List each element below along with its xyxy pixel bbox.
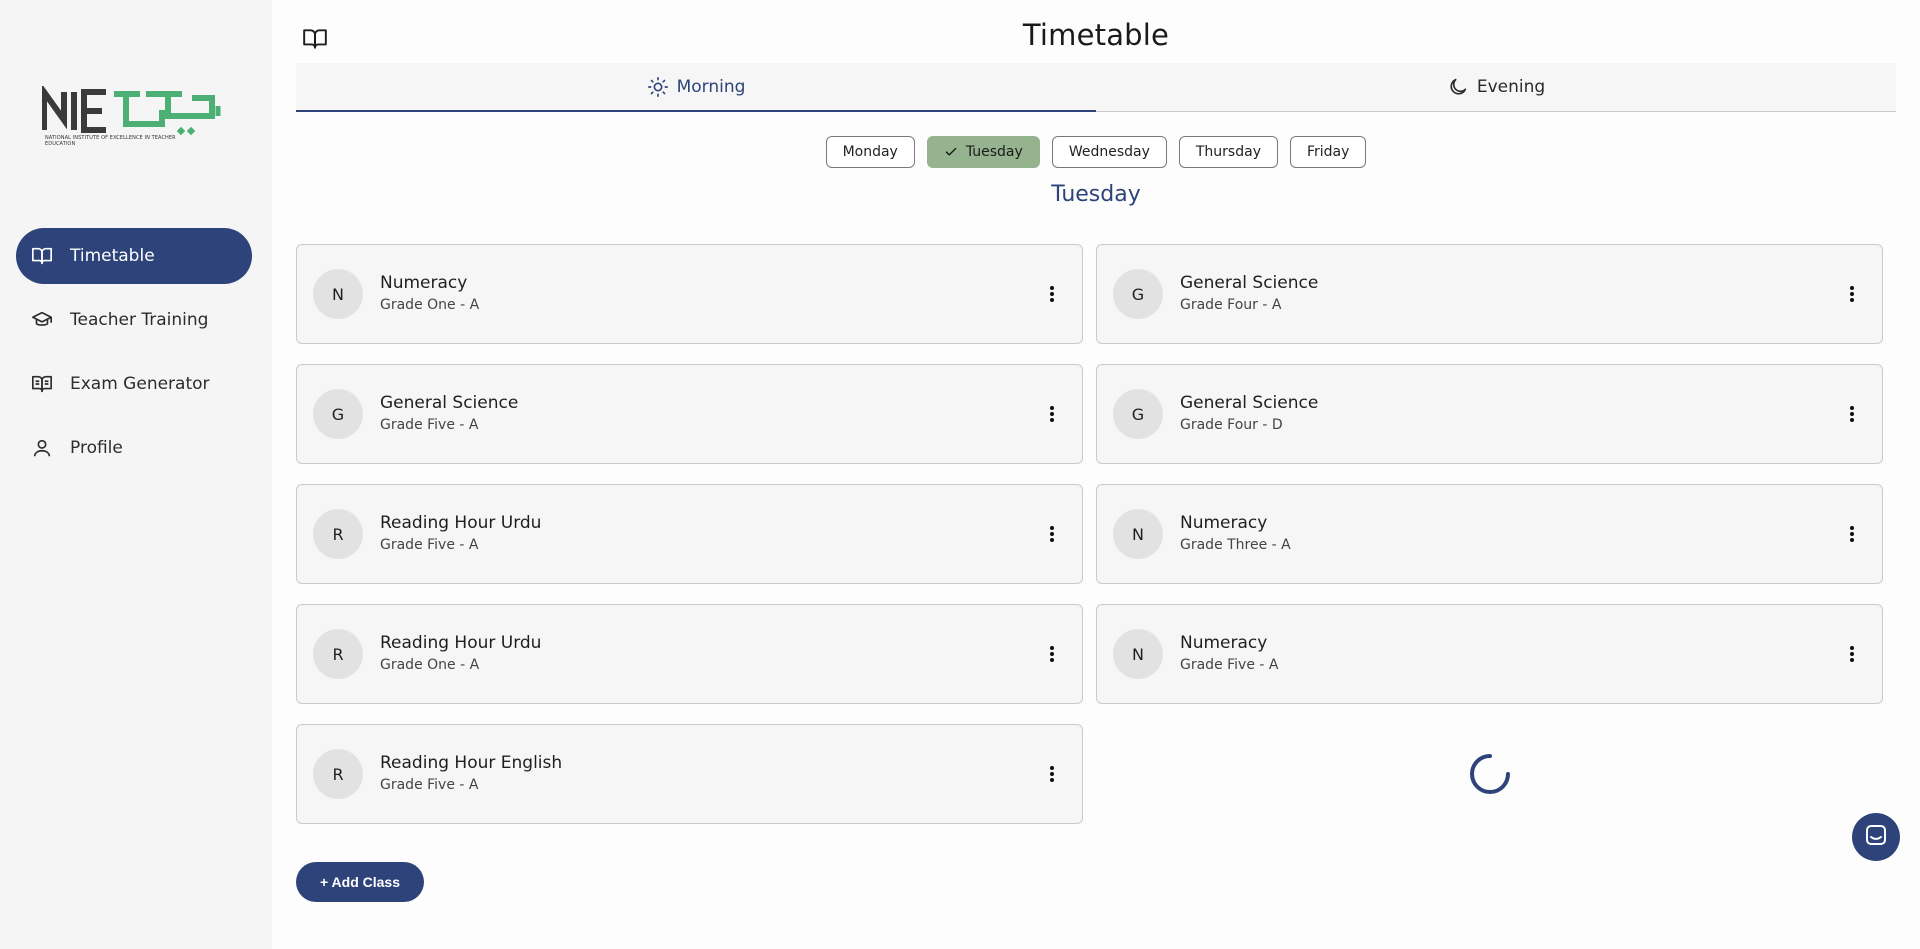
sidebar: NATIONAL INSTITUTE OF EXCELLENCE IN TEAC…: [0, 0, 272, 949]
class-card[interactable]: G General Science Grade Four - A: [1096, 244, 1883, 344]
check-icon: [944, 145, 958, 159]
tab-label: Morning: [676, 77, 746, 97]
sidebar-item-timetable[interactable]: Timetable: [16, 228, 252, 284]
spinner-icon: [1469, 754, 1510, 794]
chat-icon: [1864, 823, 1888, 851]
avatar: R: [313, 509, 363, 559]
class-subject: General Science: [1180, 273, 1319, 293]
class-card[interactable]: N Numeracy Grade Five - A: [1096, 604, 1883, 704]
more-vertical-icon[interactable]: [1040, 642, 1064, 666]
sun-icon: [647, 76, 669, 98]
class-grade: Grade One - A: [380, 297, 480, 313]
graduation-cap-icon: [30, 308, 54, 332]
tab-label: Evening: [1476, 77, 1546, 97]
class-subject: Reading Hour Urdu: [380, 633, 542, 653]
class-subject: Numeracy: [1180, 633, 1268, 653]
sidebar-item-exam-generator[interactable]: Exam Generator: [16, 356, 252, 412]
user-icon: [30, 436, 54, 460]
class-grade: Grade Four - D: [1180, 417, 1283, 433]
class-grade: Grade Four - A: [1180, 297, 1282, 313]
day-chip-friday[interactable]: Friday: [1289, 136, 1367, 168]
class-card[interactable]: R Reading Hour Urdu Grade Five - A: [296, 484, 1083, 584]
sidebar-item-label: Timetable: [70, 246, 155, 266]
sidebar-item-label: Profile: [70, 438, 123, 458]
class-grade: Grade Five - A: [380, 537, 479, 553]
day-label: Thursday: [1195, 144, 1261, 160]
more-vertical-icon[interactable]: [1040, 282, 1064, 306]
day-label: Monday: [842, 144, 898, 160]
avatar: R: [313, 629, 363, 679]
more-vertical-icon[interactable]: [1040, 522, 1064, 546]
class-card[interactable]: G General Science Grade Five - A: [296, 364, 1083, 464]
day-label: Tuesday: [965, 144, 1023, 160]
sidebar-item-label: Exam Generator: [70, 374, 210, 394]
class-grade: Grade Five - A: [1180, 657, 1279, 673]
page-title: Timetable: [1022, 18, 1170, 52]
class-subject: General Science: [1180, 393, 1319, 413]
class-subject: Numeracy: [1180, 513, 1268, 533]
more-vertical-icon[interactable]: [1040, 402, 1064, 426]
class-grade: Grade Five - A: [380, 777, 479, 793]
avatar: N: [1113, 629, 1163, 679]
day-selector: Monday Tuesday Wednesday Thursday Friday: [272, 136, 1920, 168]
sidebar-item-teacher-training[interactable]: Teacher Training: [16, 292, 252, 348]
logo-subtitle: NATIONAL INSTITUTE OF EXCELLENCE IN TEAC…: [45, 135, 176, 147]
shift-tabs: Morning Evening: [296, 63, 1896, 112]
avatar: N: [1113, 509, 1163, 559]
moon-icon: [1447, 76, 1469, 98]
avatar: G: [1113, 269, 1163, 319]
day-chip-thursday[interactable]: Thursday: [1178, 136, 1278, 168]
chat-launcher-button[interactable]: [1852, 813, 1900, 861]
day-label: Friday: [1306, 144, 1350, 160]
more-vertical-icon[interactable]: [1840, 522, 1864, 546]
class-card[interactable]: N Numeracy Grade One - A: [296, 244, 1083, 344]
more-vertical-icon[interactable]: [1040, 762, 1064, 786]
loading-spinner: [1096, 724, 1883, 824]
more-vertical-icon[interactable]: [1840, 402, 1864, 426]
day-chip-wednesday[interactable]: Wednesday: [1051, 136, 1167, 168]
class-subject: General Science: [380, 393, 519, 413]
day-chip-tuesday[interactable]: Tuesday: [926, 136, 1040, 168]
selected-day-heading: Tuesday: [1051, 182, 1141, 207]
sidebar-item-label: Teacher Training: [70, 310, 209, 330]
avatar: G: [1113, 389, 1163, 439]
book-open-icon: [30, 244, 54, 268]
more-vertical-icon[interactable]: [1840, 282, 1864, 306]
day-label: Wednesday: [1068, 144, 1150, 160]
class-subject: Reading Hour Urdu: [380, 513, 542, 533]
day-chip-monday[interactable]: Monday: [825, 136, 915, 168]
tab-evening[interactable]: Evening: [1096, 63, 1896, 111]
sidebar-nav: Timetable Teacher Training Exam Generato…: [16, 228, 252, 484]
main-content: Timetable Morning Evening Monday Tuesday…: [272, 0, 1920, 949]
add-class-button[interactable]: + Add Class: [296, 862, 425, 902]
class-subject: Reading Hour English: [380, 753, 563, 773]
class-list: N Numeracy Grade One - A G General Scien…: [296, 244, 1884, 824]
book-text-icon: [30, 372, 54, 396]
avatar: R: [313, 749, 363, 799]
sidebar-item-profile[interactable]: Profile: [16, 420, 252, 476]
class-card[interactable]: G General Science Grade Four - D: [1096, 364, 1883, 464]
class-grade: Grade Five - A: [380, 417, 479, 433]
avatar: N: [313, 269, 363, 319]
class-grade: Grade One - A: [380, 657, 480, 673]
class-subject: Numeracy: [380, 273, 468, 293]
class-card[interactable]: R Reading Hour English Grade Five - A: [296, 724, 1083, 824]
class-card[interactable]: N Numeracy Grade Three - A: [1096, 484, 1883, 584]
tab-morning[interactable]: Morning: [296, 63, 1096, 112]
class-card[interactable]: R Reading Hour Urdu Grade One - A: [296, 604, 1083, 704]
avatar: G: [313, 389, 363, 439]
class-grade: Grade Three - A: [1180, 537, 1291, 553]
logo-mark: [42, 86, 221, 136]
niete-logo[interactable]: NATIONAL INSTITUTE OF EXCELLENCE IN TEAC…: [42, 86, 242, 150]
more-vertical-icon[interactable]: [1840, 642, 1864, 666]
